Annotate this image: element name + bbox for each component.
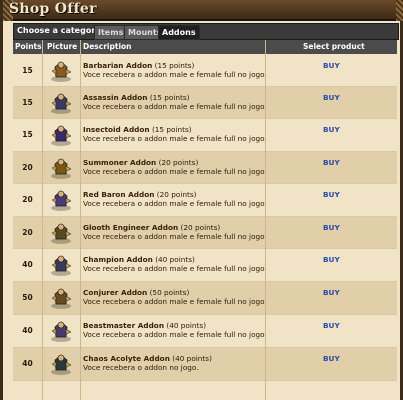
points-cell: 40 <box>22 260 33 269</box>
description-cell: Conjurer Addon (50 points) Voce recebera … <box>83 288 288 306</box>
description-cell: Barbarian Addon (15 points) Voce recebera… <box>83 61 288 79</box>
assassin-outfit-icon <box>45 91 75 115</box>
title-ornament-right <box>396 0 403 21</box>
table-row: 15 Assassin Addon (15 points) Voce receber… <box>13 87 397 119</box>
table-row: 20 Glooth Engineer Addon (20 points) Voce … <box>13 217 397 249</box>
chaos-acolyte-outfit-icon <box>45 352 75 376</box>
points-cell: 20 <box>22 195 33 204</box>
addon-points-text: (40 points) <box>155 255 195 264</box>
glooth-engineer-outfit-icon <box>45 221 75 245</box>
buy-button[interactable]: BUY <box>323 125 340 134</box>
addon-name: Insectoid Addon <box>83 125 150 134</box>
addon-name: Assassin Addon <box>83 93 148 102</box>
addon-description: Voce recebera o addon no jogo. <box>83 363 199 372</box>
addon-description: Voce recebera o addon male e female full… <box>83 232 267 241</box>
summoner-outfit-icon <box>45 156 75 180</box>
table-row: 15 Barbarian Addon (15 points) Voce recebe… <box>13 55 397 87</box>
table-row: 40 Beastmaster Addon (40 points) Voce rece… <box>13 315 397 348</box>
buy-button[interactable]: BUY <box>323 321 340 330</box>
buy-button[interactable]: BUY <box>323 190 340 199</box>
champion-outfit-icon <box>45 253 75 277</box>
addon-description: Voce recebera o addon male e female full… <box>83 102 267 111</box>
description-cell: Red Baron Addon (20 points) Voce recebera… <box>83 190 288 208</box>
addon-points-text: (15 points) <box>149 93 190 102</box>
table-row: 40 Champion Addon (40 points) Voce receber… <box>13 249 397 282</box>
beastmaster-outfit-icon <box>45 319 75 343</box>
addon-points-text: (40 points) <box>166 321 207 330</box>
addon-points-text: (40 points) <box>172 354 212 363</box>
addon-points-text: (20 points) <box>180 223 221 232</box>
header-description: Description <box>83 42 132 51</box>
addon-name: Glooth Engineer Addon <box>83 223 179 232</box>
addon-points-text: (15 points) <box>154 61 195 70</box>
addon-description: Voce recebera o addon male e female full… <box>83 297 267 306</box>
table-row: 20 Summoner Addon (20 points) Voce receber… <box>13 152 397 184</box>
red-baron-outfit-icon <box>45 188 75 212</box>
addon-name: Summoner Addon <box>83 158 157 167</box>
addon-name: Barbarian Addon <box>83 61 153 70</box>
title-bar: Shop Offer <box>3 0 403 21</box>
header-select-product: Select product <box>303 42 365 51</box>
table-row: 50 Conjurer Addon (50 points) Voce receber… <box>13 282 397 315</box>
addon-name: Chaos Acolyte Addon <box>83 354 170 363</box>
buy-button[interactable]: BUY <box>323 255 340 264</box>
description-cell: Glooth Engineer Addon (20 points) Voce re… <box>83 223 288 241</box>
table-row: 15 Insectoid Addon (15 points) Voce recebe… <box>13 119 397 152</box>
description-cell: Assassin Addon (15 points) Voce recebera … <box>83 93 288 111</box>
buy-button[interactable]: BUY <box>323 288 340 297</box>
addon-points-text: (20 points) <box>158 158 199 167</box>
addon-description: Voce recebera o addon male e female full… <box>83 70 267 79</box>
buy-button[interactable]: BUY <box>323 223 340 232</box>
points-cell: 40 <box>22 326 33 335</box>
addon-name: Beastmaster Addon <box>83 321 165 330</box>
addon-description: Voce recebera o addon male e female full… <box>83 330 267 339</box>
conjurer-outfit-icon <box>45 286 75 310</box>
window-title: Shop Offer <box>9 1 97 17</box>
column-divider <box>265 40 266 400</box>
table-row: 40 Chaos Acolyte Addon (40 points) Voce re… <box>13 348 397 381</box>
column-divider <box>42 40 43 400</box>
description-cell: Champion Addon (40 points) Voce recebera … <box>83 255 288 273</box>
header-points: Points <box>15 42 42 51</box>
tab-items[interactable]: Items <box>94 25 128 40</box>
points-cell: 50 <box>22 293 33 302</box>
addon-description: Voce recebera o addon male e female full… <box>83 199 267 208</box>
shop-window: Shop Offer Choose a categorie: Items Mou… <box>0 0 403 400</box>
points-cell: 15 <box>22 130 33 139</box>
addon-description: Voce recebera o addon male e female full… <box>83 167 267 176</box>
header-picture: Picture <box>47 42 78 51</box>
points-cell: 20 <box>22 163 33 172</box>
buy-button[interactable]: BUY <box>323 158 340 167</box>
description-cell: Beastmaster Addon (40 points) Voce recebe… <box>83 321 288 339</box>
addon-points-text: (50 points) <box>149 288 190 297</box>
buy-button[interactable]: BUY <box>323 93 340 102</box>
addon-points-text: (15 points) <box>151 125 192 134</box>
points-cell: 15 <box>22 98 33 107</box>
description-cell: Summoner Addon (20 points) Voce recebera … <box>83 158 288 176</box>
addon-name: Champion Addon <box>83 255 153 264</box>
column-divider <box>80 40 81 400</box>
addon-description: Voce recebera o addon male e female full… <box>83 264 267 273</box>
buy-button[interactable]: BUY <box>323 354 340 363</box>
addon-name: Red Baron Addon <box>83 190 155 199</box>
table-header: Points Picture Description Select produc… <box>13 40 397 54</box>
barbarian-outfit-icon <box>45 59 75 83</box>
points-cell: 40 <box>22 359 33 368</box>
description-cell: Insectoid Addon (15 points) Voce recebera… <box>83 125 288 143</box>
tab-addons[interactable]: Addons <box>158 25 200 40</box>
category-bar: Choose a categorie: Items Mounts Addons <box>13 23 399 40</box>
insectoid-outfit-icon <box>45 123 75 147</box>
addon-name: Conjurer Addon <box>83 288 148 297</box>
addon-points-text: (20 points) <box>156 190 197 199</box>
table-row: 20 Red Baron Addon (20 points) Voce recebe… <box>13 184 397 217</box>
description-cell: Chaos Acolyte Addon (40 points) Voce rece… <box>83 354 288 372</box>
points-cell: 15 <box>22 66 33 75</box>
addon-description: Voce recebera o addon male e female full… <box>83 134 267 143</box>
buy-button[interactable]: BUY <box>323 61 340 70</box>
points-cell: 20 <box>22 228 33 237</box>
